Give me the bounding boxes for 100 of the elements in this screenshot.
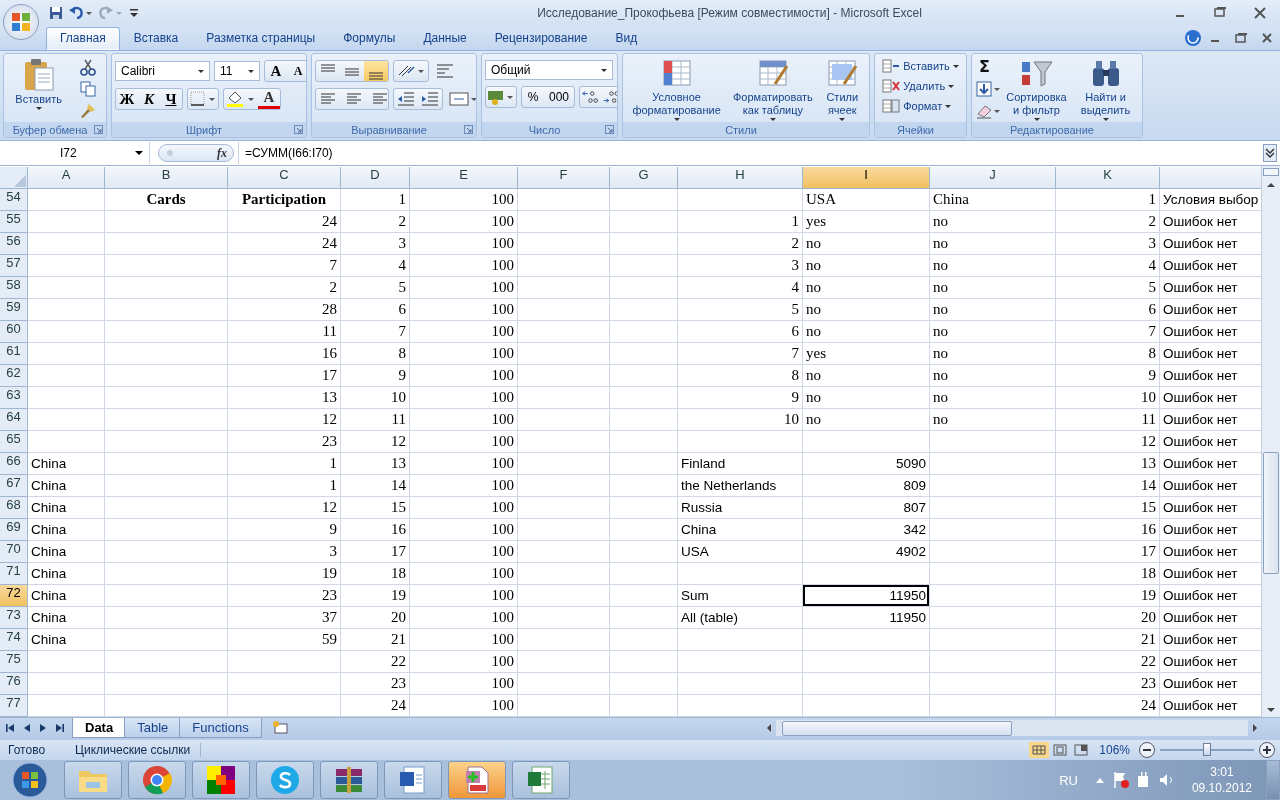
thousands-button[interactable]: 000 <box>544 87 574 107</box>
copy-icon[interactable] <box>78 80 97 98</box>
row-header[interactable]: 59 <box>0 299 28 321</box>
row-header[interactable]: 64 <box>0 409 28 431</box>
row-header[interactable]: 70 <box>0 541 28 563</box>
row-header[interactable]: 66 <box>0 453 28 475</box>
ribbon-tab[interactable]: Рецензирование <box>480 27 602 50</box>
sheet-tab[interactable]: Data <box>72 718 127 738</box>
cells-button[interactable]: Удалить <box>880 77 957 95</box>
taskbar-button[interactable] <box>384 761 442 799</box>
row-header[interactable]: 73 <box>0 607 28 629</box>
row-header[interactable]: 60 <box>0 321 28 343</box>
row-header[interactable]: 72 <box>0 585 28 607</box>
name-box[interactable]: I72 <box>0 142 150 164</box>
row-header[interactable]: 68 <box>0 497 28 519</box>
customize-caret-icon[interactable] <box>129 7 139 19</box>
row-header[interactable]: 56 <box>0 233 28 255</box>
italic-button[interactable]: К <box>138 89 160 109</box>
bold-button[interactable]: Ж <box>116 89 138 109</box>
zoom-out-icon[interactable] <box>1138 741 1156 759</box>
column-header[interactable]: B <box>105 167 228 189</box>
flag-icon[interactable] <box>1111 771 1130 789</box>
office-button[interactable] <box>3 4 39 40</box>
zoom-in-icon[interactable] <box>1258 741 1276 759</box>
column-header[interactable]: F <box>518 167 610 189</box>
row-header[interactable]: 76 <box>0 673 28 695</box>
dialog-launcher-icon[interactable] <box>294 125 303 134</box>
sheet-tab[interactable]: Table <box>124 718 182 738</box>
undo-icon[interactable] <box>69 6 93 20</box>
row-header[interactable]: 67 <box>0 475 28 497</box>
table-cell: 100 <box>410 343 518 365</box>
column-header[interactable]: G <box>610 167 678 189</box>
paste-button[interactable]: Вставить <box>13 56 64 112</box>
cells-button[interactable]: Формат <box>880 97 954 115</box>
autosum-button[interactable]: Σ <box>975 58 994 76</box>
sheet-tab[interactable]: Functions <box>179 718 262 738</box>
merge-cells-icon[interactable] <box>447 89 476 109</box>
row-header[interactable]: 57 <box>0 255 28 277</box>
number-format-field[interactable]: Общий <box>485 60 613 80</box>
row-header[interactable]: 55 <box>0 211 28 233</box>
taskbar-button[interactable] <box>512 761 570 799</box>
percent-button[interactable]: % <box>522 87 544 107</box>
row-header[interactable]: 65 <box>0 431 28 453</box>
ribbon-tab[interactable]: Данные <box>409 27 481 50</box>
fill-down-icon[interactable] <box>975 80 1001 98</box>
row-header[interactable]: 54 <box>0 189 28 211</box>
start-button[interactable] <box>10 760 50 800</box>
ribbon-tab[interactable]: Разметка страницы <box>192 27 330 50</box>
row-header[interactable]: 69 <box>0 519 28 541</box>
ribbon-tab[interactable]: Вид <box>601 27 652 50</box>
taskbar-button[interactable] <box>320 761 378 799</box>
column-header[interactable]: D <box>341 167 410 189</box>
column-header[interactable]: K <box>1056 167 1160 189</box>
normal-view-icon[interactable] <box>1029 742 1050 758</box>
column-header[interactable]: E <box>410 167 518 189</box>
grow-font-button[interactable]: A <box>265 61 287 81</box>
save-icon[interactable] <box>49 6 63 20</box>
scissors-icon[interactable] <box>78 58 97 76</box>
vertical-align-icon[interactable] <box>364 61 388 81</box>
row-header[interactable]: 77 <box>0 695 28 717</box>
ribbon-tab[interactable]: Формулы <box>329 27 410 50</box>
font-size-field[interactable]: 11 <box>214 61 260 81</box>
table-cell: 14 <box>341 475 410 497</box>
row-header[interactable]: 74 <box>0 629 28 651</box>
editing-button[interactable]: Сортировка и фильтр <box>1003 56 1070 122</box>
scroll-thumb[interactable] <box>782 721 1012 736</box>
ribbon-tab[interactable]: Вставка <box>119 27 193 50</box>
brush-icon[interactable] <box>78 102 97 120</box>
zoom-slider[interactable] <box>1160 742 1254 758</box>
insert-function-button[interactable]: fx <box>217 145 227 161</box>
dialog-launcher-icon[interactable] <box>464 125 473 134</box>
underline-button[interactable]: Ч <box>160 89 182 109</box>
row-header[interactable]: 63 <box>0 387 28 409</box>
row-header[interactable]: 62 <box>0 365 28 387</box>
help-icon[interactable] <box>1184 29 1202 47</box>
column-header[interactable]: H <box>678 167 803 189</box>
column-header[interactable]: I <box>803 167 930 189</box>
dialog-launcher-icon[interactable] <box>94 125 103 134</box>
row-header[interactable]: 58 <box>0 277 28 299</box>
table-cell: 18 <box>341 563 410 585</box>
scroll-thumb[interactable] <box>1263 452 1279 574</box>
column-header[interactable]: A <box>28 167 105 189</box>
table-cell: 23 <box>341 673 410 695</box>
ribbon-tab[interactable]: Главная <box>46 27 120 50</box>
dialog-launcher-icon[interactable] <box>605 125 614 134</box>
row-header[interactable]: 71 <box>0 563 28 585</box>
shrink-font-button[interactable]: A <box>287 61 306 81</box>
column-header[interactable]: C <box>228 167 341 189</box>
zoom-level[interactable]: 106% <box>1095 743 1134 757</box>
borders-icon[interactable] <box>188 89 218 109</box>
cells-button[interactable]: Вставить <box>880 57 961 75</box>
font-name-field[interactable]: Calibri <box>115 61 210 81</box>
row-header[interactable]: 61 <box>0 343 28 365</box>
formula-field[interactable]: =СУММ(I66:I70) <box>238 142 1260 164</box>
column-header[interactable]: J <box>930 167 1056 189</box>
taskbar-button[interactable] <box>448 761 506 799</box>
taskbar-button[interactable] <box>192 761 250 799</box>
vertical-scrollbar[interactable] <box>1261 166 1280 717</box>
expand-icon[interactable] <box>1263 144 1277 162</box>
row-header[interactable]: 75 <box>0 651 28 673</box>
